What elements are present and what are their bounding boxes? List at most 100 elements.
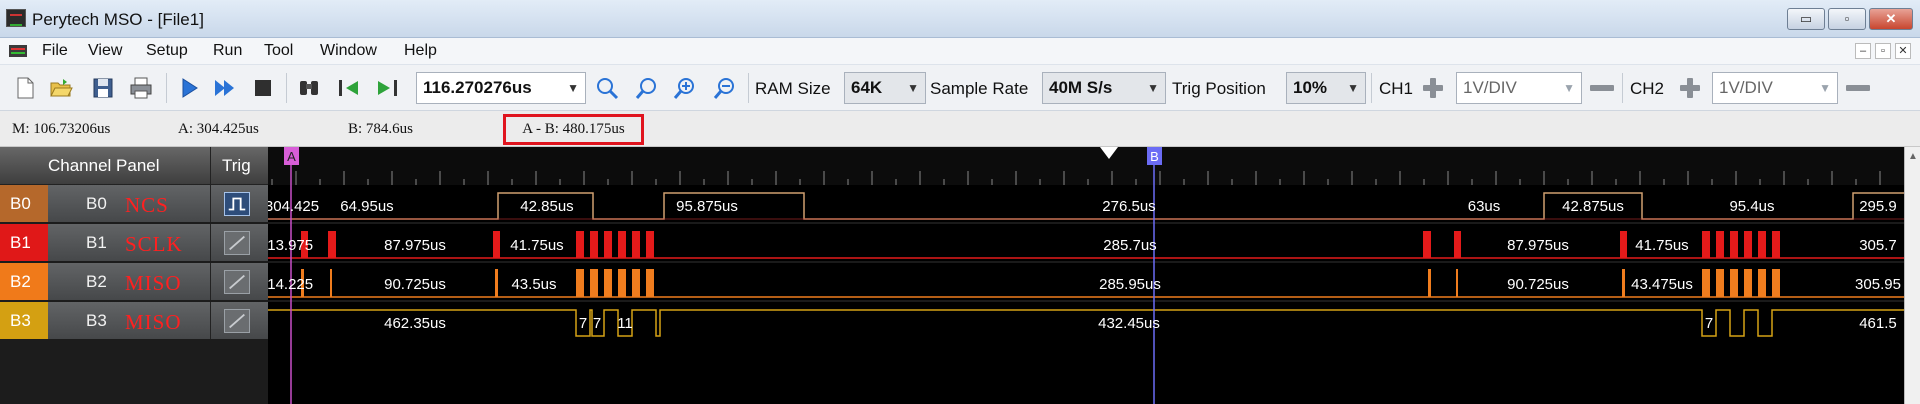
zoom-in-icon[interactable] [672,75,698,101]
b1-period-label: 41.75us [510,237,563,254]
signal-label[interactable]: NCS [125,193,169,218]
channel-name: B0 [86,194,107,213]
scroll-up-icon[interactable]: ▲ [1908,151,1918,162]
close-button[interactable]: ✕ [1869,8,1913,30]
waveform-canvas[interactable]: A B 304.425 64.95us 42.85us 95.875us 276… [268,147,1904,404]
search-binoculars-icon[interactable] [296,75,322,101]
ch1-scale-select[interactable]: 1V/DIV ▼ [1456,72,1582,104]
row-divider [210,263,211,300]
ch1-remove-icon[interactable] [1590,85,1614,91]
b2-period-label: 90.725us [384,276,446,293]
menu-window[interactable]: Window [320,42,377,60]
next-trigger-icon[interactable] [374,75,400,101]
new-file-icon[interactable] [12,75,38,101]
chevron-down-icon[interactable]: ▼ [1563,73,1575,103]
menu-file[interactable]: File [42,42,68,60]
chevron-down-icon[interactable]: ▼ [1819,73,1831,103]
chevron-down-icon[interactable]: ▼ [1347,73,1359,103]
run-once-icon[interactable] [176,75,202,101]
channel-row-b1[interactable]: B1 B1 SCLK [0,224,268,262]
document-menu-icon[interactable] [8,43,28,59]
b0-period-label: 295.9 [1859,198,1897,215]
channel-row-b0[interactable]: B0 B0 NCS [0,185,268,223]
b1-period-label: 41.75us [1635,237,1688,254]
channel-color-swatch[interactable]: B2 [0,263,48,300]
minimize-button[interactable]: ▭ [1787,8,1825,30]
time-position-field[interactable]: 116.270276us ▼ [416,72,586,104]
menu-help[interactable]: Help [404,42,437,60]
trig-position-value: 10% [1293,78,1328,97]
toolbar-separator [1371,73,1372,103]
channel-row-b3[interactable]: B3 B3 MISO [0,302,268,340]
mdi-close-button[interactable]: ✕ [1895,43,1911,59]
vertical-scrollbar[interactable]: ▲ [1904,147,1920,404]
trigger-off-icon[interactable] [224,270,250,294]
maximize-button[interactable]: ▫ [1828,8,1866,30]
mdi-restore-button[interactable]: ▫ [1875,43,1891,59]
zoom-area-icon[interactable] [634,75,660,101]
b1-period-label: 87.975us [1507,237,1569,254]
open-folder-icon[interactable] [48,75,74,101]
header-divider [210,147,211,185]
time-position-value: 116.270276us [423,78,532,97]
b3-period-label: 11 [617,315,633,332]
menu-tool[interactable]: Tool [264,42,293,60]
cursor-a-label: A [287,149,296,164]
menu-run[interactable]: Run [213,42,242,60]
b1-period-label: 87.975us [384,237,446,254]
sample-rate-value: 40M S/s [1049,78,1113,97]
b2-period-label: 43.475us [1631,276,1693,293]
prev-trigger-icon[interactable] [336,75,362,101]
ch2-add-icon[interactable] [1679,77,1701,99]
run-continuous-icon[interactable] [212,75,238,101]
channel-name: B2 [86,272,107,291]
b3-period-label: 7 [593,315,601,332]
chevron-down-icon[interactable]: ▼ [907,73,919,103]
waveform-display[interactable]: A B 304.425 64.95us 42.85us 95.875us 276… [268,147,1920,404]
channel-color-swatch[interactable]: B0 [0,185,48,222]
chevron-down-icon[interactable]: ▼ [1147,73,1159,103]
b0-period-label: 95.4us [1729,198,1774,215]
signal-label[interactable]: SCLK [125,232,183,257]
trig-position-select[interactable]: 10% ▼ [1286,72,1366,104]
toolbar-separator [166,73,167,103]
signal-label[interactable]: MISO [125,310,182,335]
channel-color-swatch[interactable]: B3 [0,302,48,339]
row-divider [210,224,211,261]
rising-edge-trigger-icon[interactable] [224,192,250,216]
menu-view[interactable]: View [88,42,122,60]
save-icon[interactable] [90,75,116,101]
ram-size-label: RAM Size [755,79,831,98]
b0-period-label: 95.875us [676,198,738,215]
window-title: Perytech MSO - [File1] [32,10,204,29]
waveform-b0 [268,192,1904,220]
ch1-add-icon[interactable] [1422,77,1444,99]
b2-period-label: 90.725us [1507,276,1569,293]
b0-period-label: 42.85us [520,198,573,215]
row-divider [210,185,211,222]
print-icon[interactable] [128,75,154,101]
b-cursor-readout: B: 784.6us [348,121,414,137]
zoom-out-icon[interactable] [712,75,738,101]
channel-row-b2[interactable]: B2 B2 MISO [0,263,268,301]
toolbar-separator [748,73,749,103]
trigger-off-icon[interactable] [224,309,250,333]
measurement-bar: M: 106.73206us A: 304.425us B: 784.6us A… [0,111,1920,147]
channel-color-swatch[interactable]: B1 [0,224,48,261]
chevron-down-icon[interactable]: ▼ [567,73,579,103]
sample-rate-select[interactable]: 40M S/s ▼ [1042,72,1166,104]
b3-period-label: 7 [1705,315,1713,332]
trig-position-label: Trig Position [1172,79,1266,98]
ch2-scale-select[interactable]: 1V/DIV ▼ [1712,72,1838,104]
ch2-remove-icon[interactable] [1846,85,1870,91]
ruler-ticks [271,171,1881,185]
trigger-off-icon[interactable] [224,231,250,255]
b2-period-label: 285.95us [1099,276,1161,293]
stop-icon[interactable] [250,75,276,101]
ram-size-select[interactable]: 64K ▼ [844,72,926,104]
menu-setup[interactable]: Setup [146,42,188,60]
zoom-fit-icon[interactable] [594,75,620,101]
signal-label[interactable]: MISO [125,271,182,296]
mdi-minimize-button[interactable]: ‒ [1855,43,1871,59]
b0-period-label: 64.95us [340,198,393,215]
